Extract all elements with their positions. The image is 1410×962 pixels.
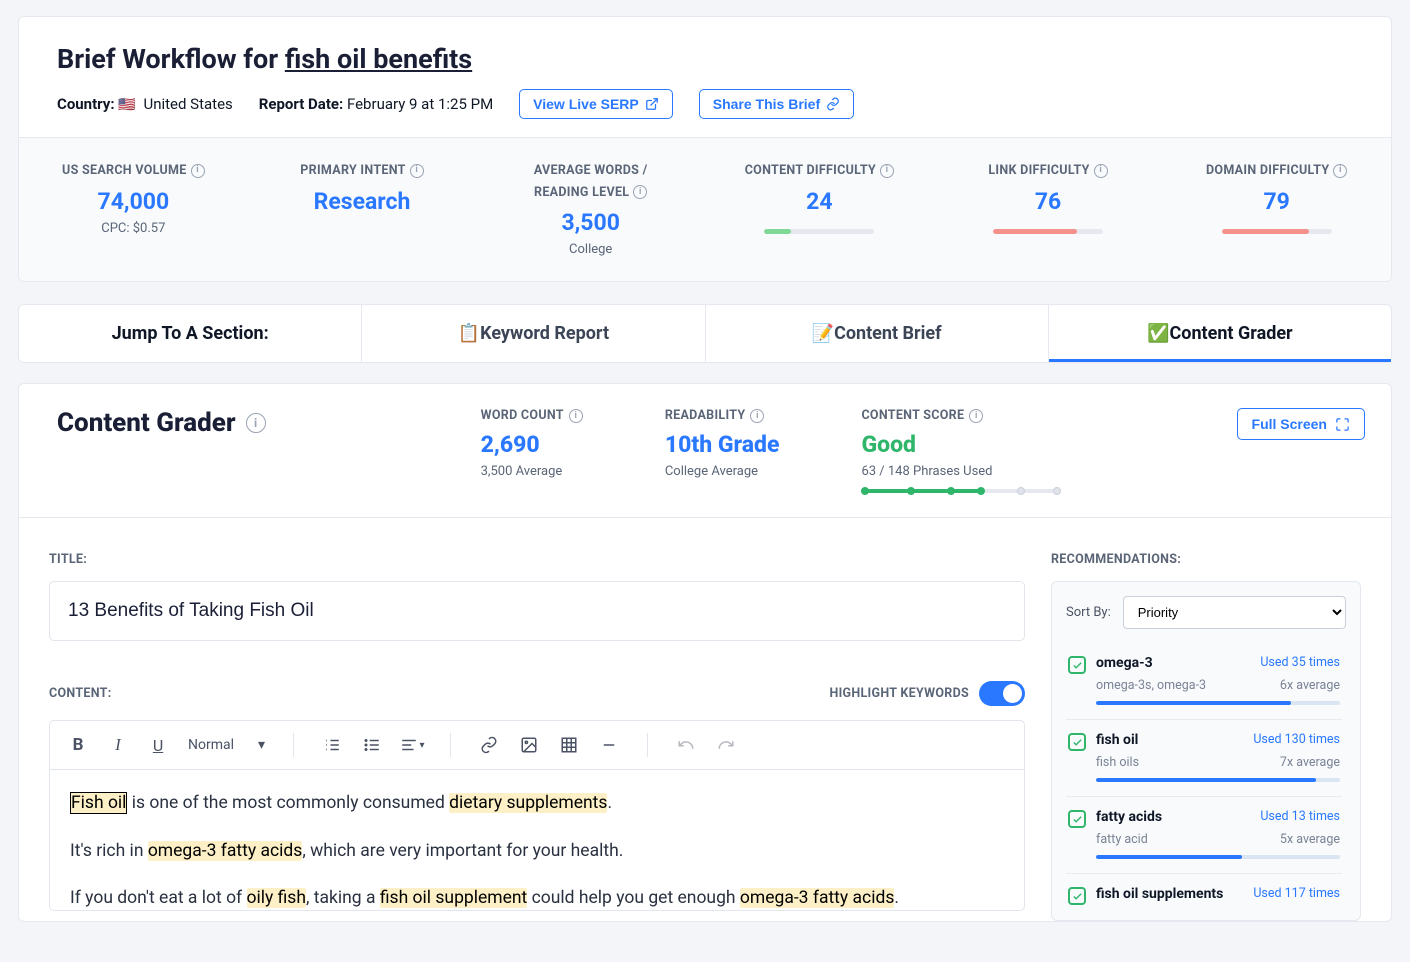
info-icon[interactable]: i [410,164,424,178]
sort-by-select[interactable]: Priority [1123,596,1346,629]
rec-used: Used 117 times [1253,886,1340,901]
rec-keyword: fish oil supplements [1096,886,1223,902]
highlight-keywords-toggle[interactable] [979,681,1025,706]
title-keyword: fish oil benefits [285,43,472,75]
fullscreen-icon [1335,417,1350,432]
info-icon[interactable]: i [191,164,205,178]
grader-content-score: CONTENT SCOREi Good 63 / 148 Phrases Use… [861,408,1061,493]
check-icon [1068,810,1086,828]
page-title: Brief Workflow for fish oil benefits [57,43,1353,75]
brief-header-card: Brief Workflow for fish oil benefits Cou… [18,16,1392,282]
hr-button[interactable] [591,727,627,763]
section-tabs: Jump To A Section: 📋Keyword Report 📝Cont… [18,304,1392,363]
fullscreen-button[interactable]: Full Screen [1237,408,1365,440]
ordered-list-button[interactable] [314,727,350,763]
image-button[interactable] [511,727,547,763]
rec-keyword: fish oil [1096,732,1138,748]
volume-value[interactable]: 74,000 [29,188,238,215]
content-editor: B I U Normal▾ ▾ [49,720,1025,911]
info-icon[interactable]: i [969,409,983,423]
external-link-icon [645,97,659,111]
metric-domain-difficulty: DOMAIN DIFFICULTYi 79 [1162,162,1391,257]
info-icon[interactable]: i [246,413,266,433]
check-icon [1068,656,1086,674]
content-grader-card: Content Grader i WORD COUNTi 2,690 3,500… [18,383,1392,922]
rec-variant: fish oils [1096,755,1139,770]
bold-button[interactable]: B [60,727,96,763]
tab-keyword-report[interactable]: 📋Keyword Report [362,305,705,362]
rec-variant: fatty acid [1096,832,1148,847]
rec-used: Used 35 times [1260,655,1340,670]
metric-content-difficulty: CONTENT DIFFICULTYi 24 [705,162,934,257]
rec-used: Used 130 times [1253,732,1340,747]
info-icon[interactable]: i [1333,164,1347,178]
share-brief-button[interactable]: Share This Brief [699,89,854,119]
view-live-serp-button[interactable]: View Live SERP [519,89,673,119]
heading-select[interactable]: Normal▾ [180,737,273,753]
undo-button[interactable] [668,727,704,763]
recommendations-panel: Sort By: Priority omega-3 Used 35 times … [1051,581,1361,921]
recommendation-item[interactable]: fatty acids Used 13 times fatty acid 5x a… [1066,797,1342,874]
recommendation-item[interactable]: fish oil supplements Used 117 times [1066,874,1342,906]
intent-value[interactable]: Research [258,188,467,215]
check-icon [1068,887,1086,905]
redo-button[interactable] [708,727,744,763]
align-button[interactable]: ▾ [394,727,430,763]
recommendation-item[interactable]: fish oil Used 130 times fish oils 7x aver… [1066,720,1342,797]
rec-average: 6x average [1280,678,1340,693]
rec-keyword: omega-3 [1096,655,1153,671]
content-label: CONTENT: [49,686,112,701]
recommendation-item[interactable]: omega-3 Used 35 times omega-3s, omega-3 6… [1066,643,1342,720]
underline-button[interactable]: U [140,727,176,763]
sort-by-label: Sort By: [1066,605,1111,620]
metric-intent: PRIMARY INTENTi Research [248,162,477,257]
tab-content-grader[interactable]: ✅Content Grader [1049,305,1391,362]
domain-diff-value[interactable]: 79 [1172,188,1381,215]
table-button[interactable] [551,727,587,763]
chevron-down-icon: ▾ [258,737,265,753]
info-icon[interactable]: i [750,409,764,423]
italic-button[interactable]: I [100,727,136,763]
info-icon[interactable]: i [1094,164,1108,178]
rec-average: 5x average [1280,832,1340,847]
info-icon[interactable]: i [880,164,894,178]
recommendations-list[interactable]: omega-3 Used 35 times omega-3s, omega-3 6… [1066,643,1346,906]
link-icon [826,97,840,111]
grader-word-count: WORD COUNTi 2,690 3,500 Average [481,408,583,493]
editor-toolbar: B I U Normal▾ ▾ [50,721,1024,770]
metric-search-volume: US SEARCH VOLUMEi 74,000 CPC: $0.57 [19,162,248,257]
words-value[interactable]: 3,500 [486,209,695,236]
report-date-pair: Report Date: February 9 at 1:25 PM [259,95,493,113]
link-button[interactable] [471,727,507,763]
metric-avg-words: AVERAGE WORDS / READING LEVELi 3,500 Col… [476,162,705,257]
title-input[interactable] [49,581,1025,641]
rec-keyword: fatty acids [1096,809,1162,825]
rec-average: 7x average [1280,755,1340,770]
rec-variant: omega-3s, omega-3 [1096,678,1206,693]
title-label: TITLE: [49,552,1025,567]
recommendations-label: RECOMMENDATIONS: [1051,552,1361,567]
editor-document[interactable]: Fish oil is one of the most commonly con… [50,770,1024,910]
check-icon [1068,733,1086,751]
chevron-down-icon: ▾ [420,740,425,751]
country-pair: Country: 🇺🇸 United States [57,95,233,113]
info-icon[interactable]: i [633,185,647,199]
highlight-keywords-label: HIGHLIGHT KEYWORDS [829,686,969,701]
bullet-list-button[interactable] [354,727,390,763]
rec-used: Used 13 times [1260,809,1340,824]
metric-link-difficulty: LINK DIFFICULTYi 76 [934,162,1163,257]
link-diff-value[interactable]: 76 [944,188,1153,215]
content-grader-heading: Content Grader i [37,408,266,438]
tab-jump-to: Jump To A Section: [19,305,362,362]
tab-content-brief[interactable]: 📝Content Brief [706,305,1049,362]
grader-readability: READABILITYi 10th Grade College Average [665,408,780,493]
flag-icon: 🇺🇸 [118,97,135,113]
content-diff-value[interactable]: 24 [715,188,924,215]
info-icon[interactable]: i [569,409,583,423]
